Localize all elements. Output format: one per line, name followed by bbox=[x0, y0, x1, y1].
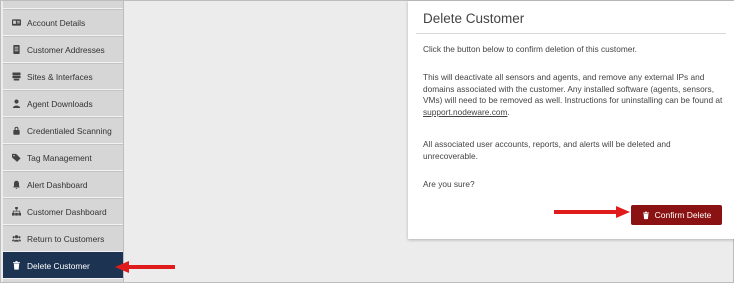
server-icon bbox=[11, 72, 21, 82]
sidebar-item-tag-management[interactable]: Tag Management bbox=[3, 144, 123, 171]
deactivation-warning-text: This will deactivate all sensors and age… bbox=[423, 72, 724, 118]
sidebar-item-customer-addresses[interactable]: Customer Addresses bbox=[3, 36, 123, 63]
sidebar-top-spacer bbox=[3, 1, 123, 9]
sidebar-item-label: Sites & Interfaces bbox=[27, 71, 93, 82]
sidebar-item-customer-dashboard[interactable]: Customer Dashboard bbox=[3, 198, 123, 225]
sidebar-item-agent-downloads[interactable]: Agent Downloads bbox=[3, 90, 123, 117]
sidebar-item-label: Agent Downloads bbox=[27, 98, 93, 109]
are-you-sure-text: Are you sure? bbox=[423, 179, 475, 189]
sidebar-item-label: Return to Customers bbox=[27, 233, 105, 244]
panel-title: Delete Customer bbox=[423, 11, 525, 26]
sidebar-item-label: Customer Addresses bbox=[27, 44, 105, 55]
sidebar-item-label: Customer Dashboard bbox=[27, 206, 107, 217]
sidebar-item-account-details[interactable]: Account Details bbox=[3, 9, 123, 36]
support-link[interactable]: support.nodeware.com bbox=[423, 107, 507, 117]
id-card-icon bbox=[11, 18, 21, 28]
users-icon bbox=[11, 234, 21, 244]
sidebar-item-label: Delete Customer bbox=[27, 260, 90, 271]
app-frame: Account Details Customer Addresses Sites… bbox=[0, 0, 734, 283]
trash-icon bbox=[642, 211, 649, 219]
sidebar-item-label: Account Details bbox=[27, 17, 86, 28]
user-icon bbox=[11, 99, 21, 109]
confirm-intro-text: Click the button below to confirm deleti… bbox=[423, 44, 637, 54]
delete-customer-panel: Delete Customer Click the button below t… bbox=[408, 1, 734, 239]
sidebar-item-label: Alert Dashboard bbox=[27, 179, 88, 190]
sidebar-item-sites-interfaces[interactable]: Sites & Interfaces bbox=[3, 63, 123, 90]
trash-icon bbox=[11, 261, 21, 271]
data-loss-warning-text: All associated user accounts, reports, a… bbox=[423, 139, 671, 161]
sidebar-item-label: Tag Management bbox=[27, 152, 92, 163]
panel-divider bbox=[416, 33, 726, 34]
sidebar-item-credentialed-scanning[interactable]: Credentialed Scanning bbox=[3, 117, 123, 144]
bell-icon bbox=[11, 180, 21, 190]
confirm-delete-label: Confirm Delete bbox=[654, 210, 712, 220]
warning-text: This will deactivate all sensors and age… bbox=[423, 72, 723, 105]
confirm-delete-button[interactable]: Confirm Delete bbox=[631, 205, 722, 225]
tags-icon bbox=[11, 153, 21, 163]
document-icon bbox=[11, 45, 21, 55]
warning-suffix: . bbox=[507, 106, 510, 117]
sidebar-item-alert-dashboard[interactable]: Alert Dashboard bbox=[3, 171, 123, 198]
sidebar-item-delete-customer[interactable]: Delete Customer bbox=[3, 252, 123, 279]
sitemap-icon bbox=[11, 207, 21, 217]
sidebar: Account Details Customer Addresses Sites… bbox=[3, 1, 124, 282]
sidebar-item-return-to-customers[interactable]: Return to Customers bbox=[3, 225, 123, 252]
lock-icon bbox=[11, 126, 21, 136]
sidebar-item-label: Credentialed Scanning bbox=[27, 125, 112, 136]
